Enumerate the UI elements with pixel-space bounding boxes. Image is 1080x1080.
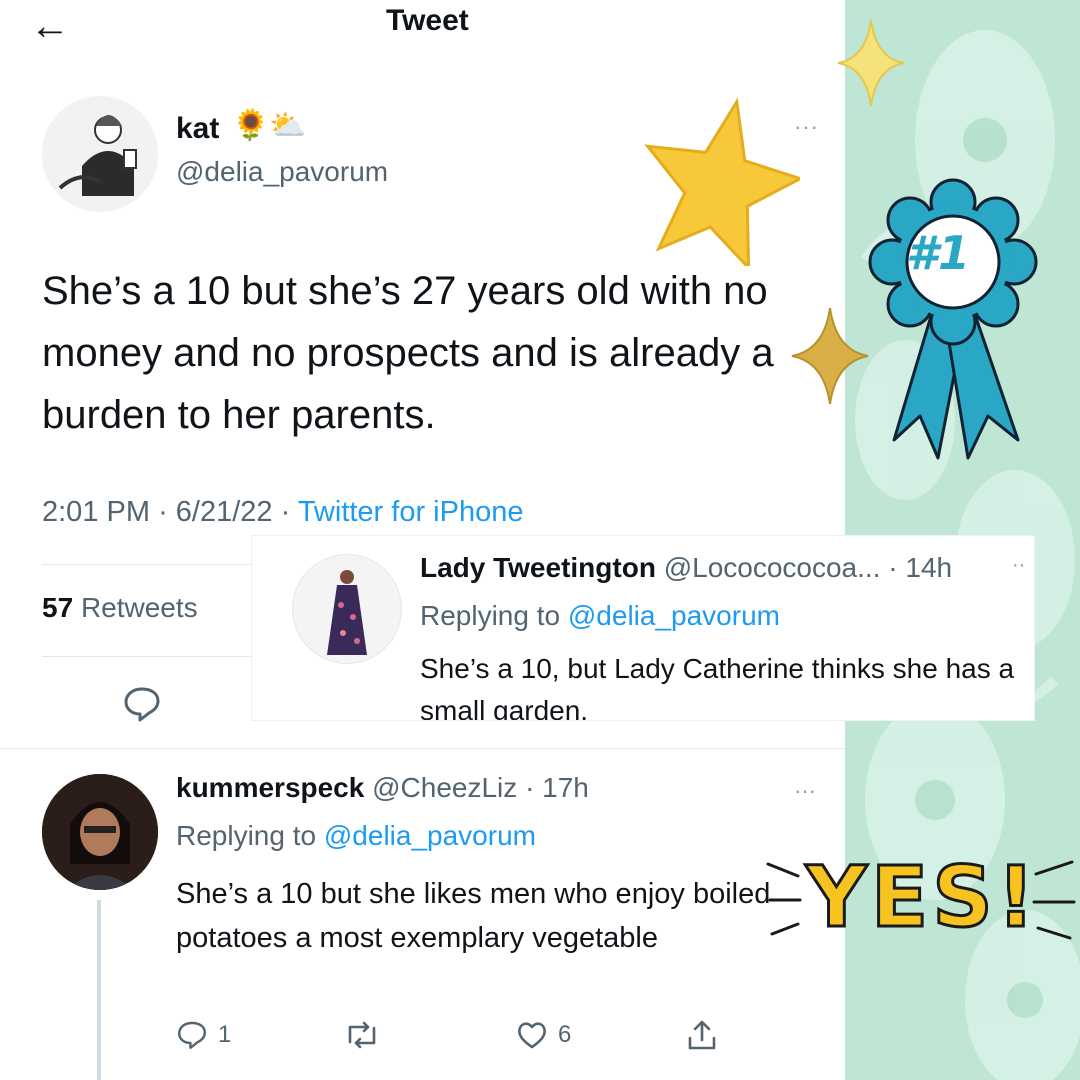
retweets-count: 57 [42, 592, 74, 623]
reply-author-handle: @Lococococoa... [663, 552, 881, 583]
thread-line [97, 900, 101, 1080]
overlay-reply-card[interactable]: Lady Tweetington @Lococococoa... · 14h ·… [252, 536, 1034, 720]
reply-icon[interactable] [122, 686, 162, 727]
separator: · [280, 496, 298, 528]
reply-icon [178, 1021, 206, 1049]
share-action[interactable] [686, 1018, 718, 1052]
tweet-text: She’s a 10 but she’s 27 years old with n… [42, 269, 774, 437]
award-ribbon-icon [868, 176, 1038, 471]
share-icon [688, 1020, 716, 1050]
author-handle[interactable]: @delia_pavorum [176, 156, 388, 188]
author-name-emoji: 🌻⛅ [232, 109, 307, 142]
tweet-time: 2:01 PM [42, 496, 150, 528]
reply-count: 1 [218, 1021, 232, 1048]
avatar[interactable] [42, 96, 158, 212]
tweet-date: 6/21/22 [175, 496, 273, 528]
regency-lady-illustration [327, 570, 367, 655]
more-options-icon[interactable]: ··· [794, 778, 816, 804]
replying-to-prefix: Replying to [420, 600, 561, 631]
reply-age: · 17h [525, 772, 589, 803]
avatar-illustration [42, 96, 158, 212]
divider [42, 656, 252, 657]
retweet-icon [348, 1021, 376, 1049]
like-count: 6 [558, 1021, 572, 1048]
reply-author-handle: @CheezLiz [372, 772, 518, 803]
divider [0, 748, 845, 749]
glitter-sparkle-icon [790, 306, 870, 411]
page-title: Tweet [386, 4, 469, 37]
reply-text: She’s a 10, but Lady Catherine thinks sh… [420, 653, 1015, 720]
reply-age: · 14h [888, 552, 953, 583]
tweet-meta: 2:01 PM · 6/21/22 · Twitter for iPhone [42, 496, 523, 529]
star-sticker-icon [640, 96, 805, 272]
reply-text: She’s a 10 but she likes men who enjoy b… [176, 878, 771, 954]
profile-photo [42, 774, 158, 890]
tweet-source-link[interactable]: Twitter for iPhone [298, 496, 524, 528]
exclaim-lines-right-icon [1026, 856, 1080, 951]
exclaim-lines-left-icon [762, 856, 812, 951]
replying-to: Replying to @delia_pavorum [176, 820, 536, 852]
replying-to-prefix: Replying to [176, 820, 317, 851]
avatar[interactable] [42, 774, 158, 890]
divider [42, 564, 252, 565]
avatar[interactable] [292, 554, 402, 664]
reply-author-name: Lady Tweetington [420, 552, 656, 583]
heart-icon [518, 1022, 546, 1049]
retweets-stat[interactable]: 57 Retweets [42, 592, 198, 624]
like-action[interactable]: 6 [516, 1020, 571, 1050]
ribbon-label: #1 [906, 226, 971, 280]
retweets-label: Retweets [80, 592, 198, 623]
replying-to: Replying to @delia_pavorum [420, 600, 780, 632]
reply-author[interactable]: Lady Tweetington @Lococococoa... · 14h [420, 552, 952, 584]
reply-author-name: kummerspeck [176, 772, 365, 803]
replying-to-mention[interactable]: @delia_pavorum [568, 600, 780, 631]
author-name[interactable]: kat [176, 112, 219, 146]
more-options-icon[interactable]: ·· [1012, 554, 1025, 577]
sparkle-sticker-icon [836, 18, 906, 113]
reply-action[interactable]: 1 [176, 1020, 231, 1050]
retweet-action[interactable] [344, 1020, 380, 1050]
replying-to-mention[interactable]: @delia_pavorum [324, 820, 536, 851]
yes-sticker: YES! [804, 847, 1040, 948]
reply-author[interactable]: kummerspeck @CheezLiz · 17h [176, 772, 589, 804]
back-arrow-icon[interactable]: ← [30, 6, 70, 46]
separator: · [158, 496, 176, 528]
